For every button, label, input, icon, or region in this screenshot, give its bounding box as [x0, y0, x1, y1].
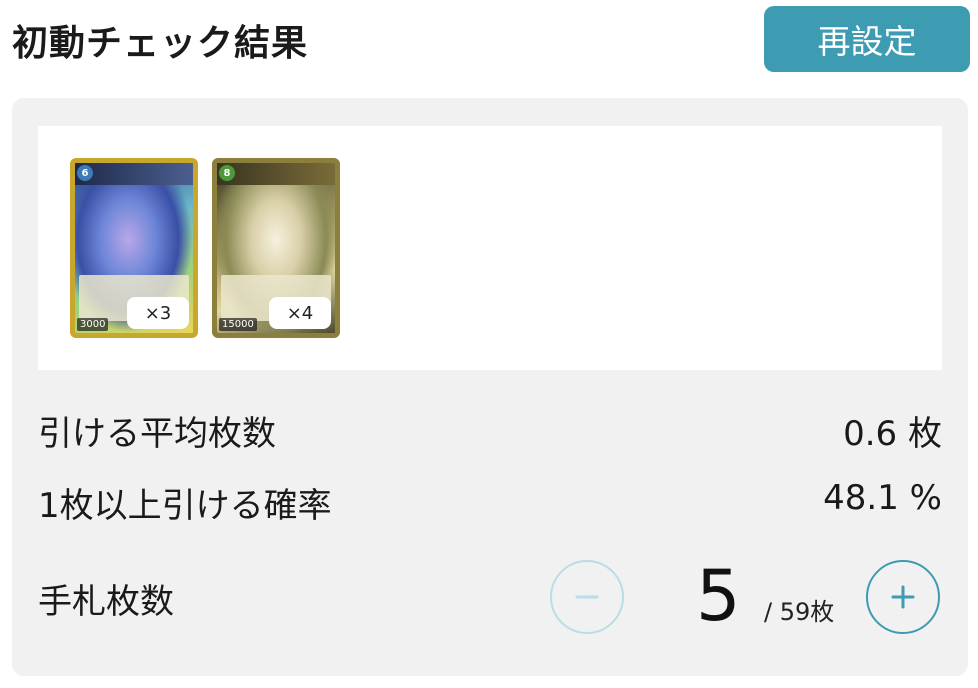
hand-size-label: 手札枚数 — [38, 582, 174, 622]
increment-button[interactable] — [866, 560, 940, 634]
card-cost: 6 — [77, 165, 93, 181]
header: 初動チェック結果 再設定 — [0, 0, 978, 80]
card-power: 3000 — [77, 318, 109, 331]
reset-button[interactable]: 再設定 — [764, 6, 970, 72]
draw-probability-row: 1枚以上引ける確率 48.1 % — [38, 478, 942, 528]
minus-icon — [575, 595, 599, 599]
result-panel: 6 3000 ×3 8 15000 ×4 引ける平均枚数 0.6 枚 1枚以上引… — [12, 98, 968, 676]
average-draw-label: 引ける平均枚数 — [38, 414, 276, 454]
hand-size-row: 手札枚数 5 / 59枚 — [38, 556, 942, 640]
draw-probability-label: 1枚以上引ける確率 — [38, 486, 332, 526]
average-draw-row: 引ける平均枚数 0.6 枚 — [38, 406, 942, 456]
card-quantity-badge: ×4 — [269, 297, 331, 329]
page-title: 初動チェック結果 — [12, 23, 309, 64]
card-item[interactable]: 6 3000 ×3 — [70, 158, 198, 338]
card-item[interactable]: 8 15000 ×4 — [212, 158, 340, 338]
card-power: 15000 — [219, 318, 257, 331]
card-quantity-badge: ×3 — [127, 297, 189, 329]
average-draw-value: 0.6 枚 — [843, 414, 942, 454]
decrement-button[interactable] — [550, 560, 624, 634]
plus-icon — [891, 585, 915, 609]
card-list: 6 3000 ×3 8 15000 ×4 — [38, 126, 942, 370]
hand-size-value: 5 — [696, 555, 741, 637]
draw-probability-value: 48.1 % — [823, 478, 942, 518]
card-cost: 8 — [219, 165, 235, 181]
deck-total: / 59枚 — [764, 598, 835, 626]
